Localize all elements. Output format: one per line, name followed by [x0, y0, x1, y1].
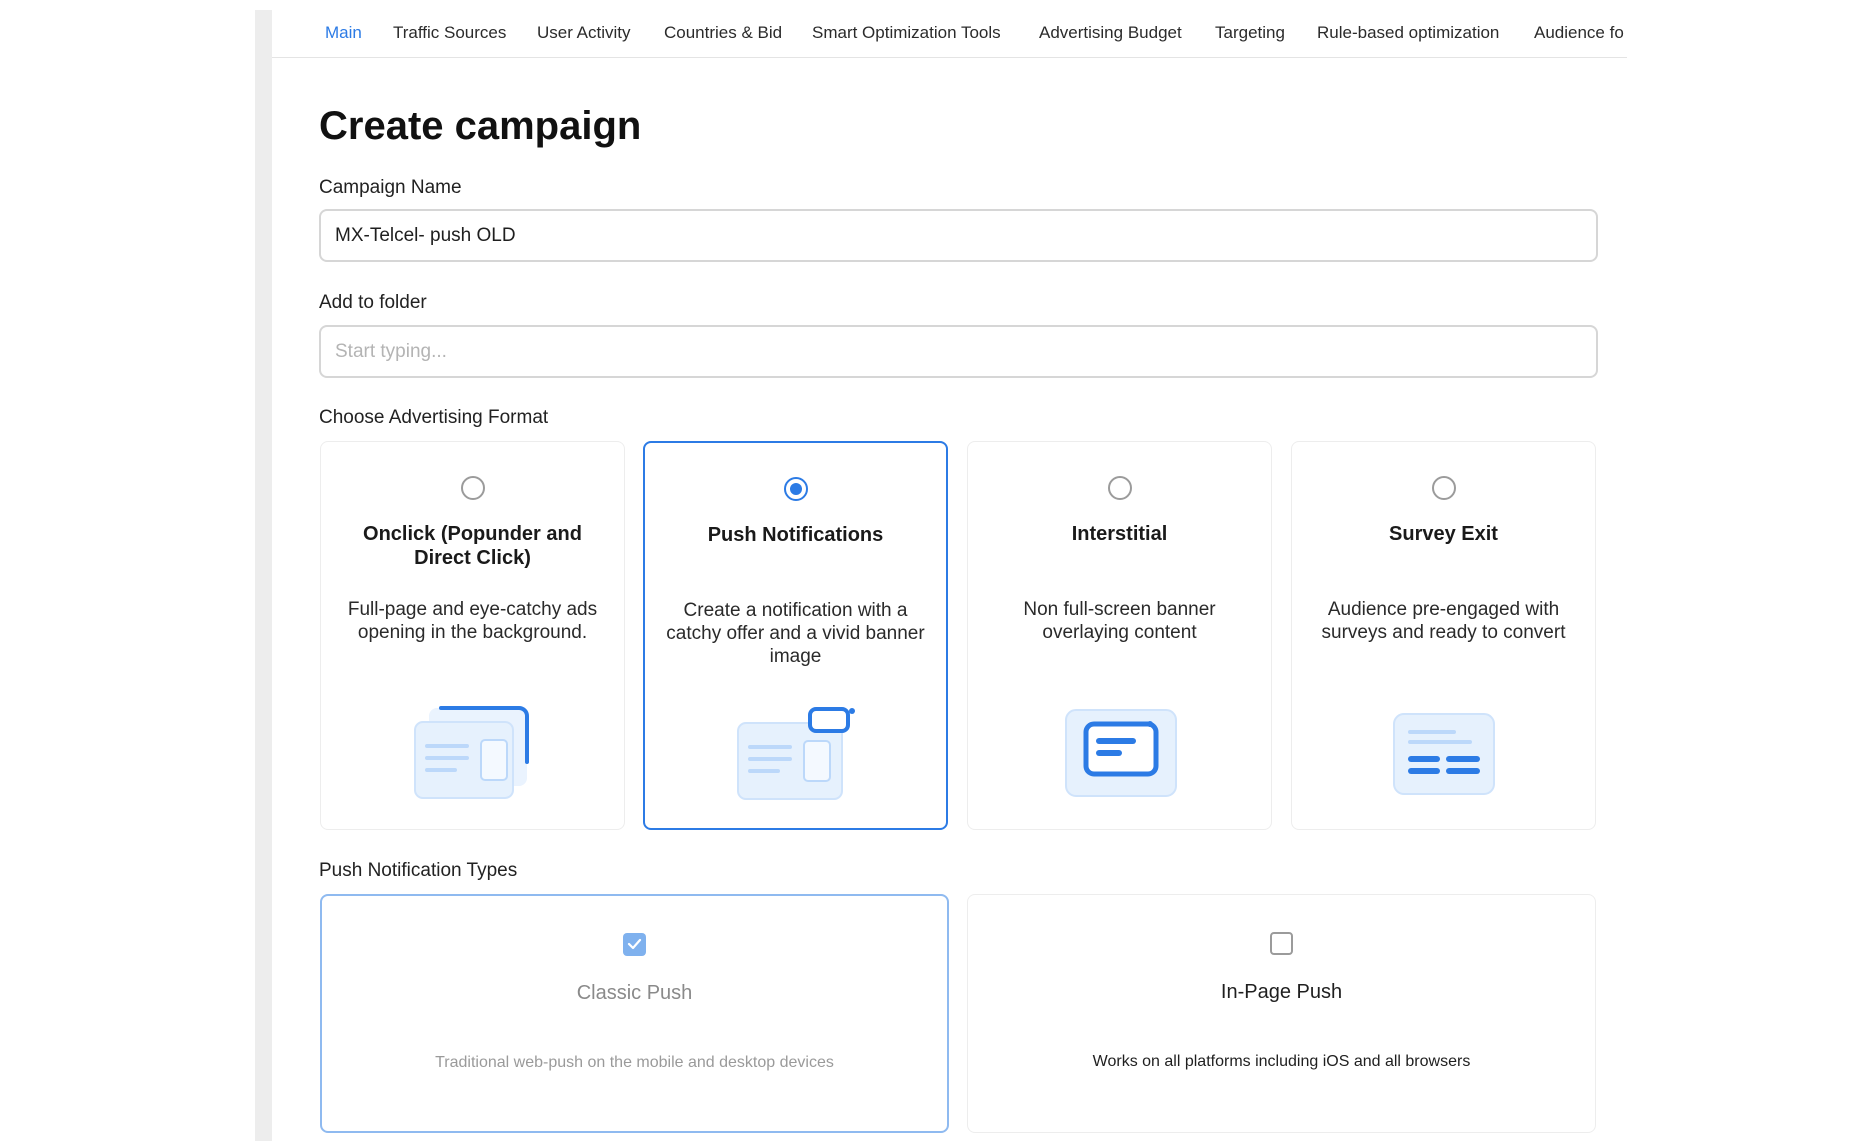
campaign-name-label: Campaign Name: [319, 177, 462, 198]
tab-targeting[interactable]: Targeting: [1215, 23, 1285, 43]
format-desc-interstitial: Non full-screen banner overlaying conten…: [1023, 599, 1216, 643]
push-type-title-classic: Classic Push: [576, 982, 693, 1004]
push-type-desc-classic: Traditional web-push on the mobile and d…: [435, 1054, 834, 1071]
push-type-card-in-page[interactable]: In-Page Push Works on all platforms incl…: [967, 894, 1596, 1133]
folder-label: Add to folder: [319, 292, 427, 313]
tab-user-activity[interactable]: User Activity: [537, 23, 631, 43]
format-title-onclick: Onclick (Popunder and Direct Click): [363, 523, 582, 569]
push-type-checkbox-in-page[interactable]: [1269, 932, 1293, 955]
push-type-title-in-page: In-Page Push: [1220, 981, 1343, 1003]
survey-form-icon: [1392, 713, 1495, 795]
tab-audience[interactable]: Audience fo: [1534, 23, 1624, 43]
tab-rule-based-optimization[interactable]: Rule-based optimization: [1317, 23, 1499, 43]
push-type-checkbox-classic[interactable]: [622, 933, 646, 956]
left-sidebar-strip: [255, 10, 272, 1141]
tab-main[interactable]: Main: [325, 23, 362, 43]
tab-countries-bid[interactable]: Countries & Bid: [664, 23, 782, 43]
campaign-name-input[interactable]: [319, 209, 1598, 262]
interstitial-banner-icon: [1064, 709, 1177, 797]
format-radio-push-notifications[interactable]: [783, 477, 808, 501]
format-title-survey-exit: Survey Exit: [1389, 523, 1498, 545]
tab-advertising-budget[interactable]: Advertising Budget: [1039, 23, 1182, 43]
checkmark-icon: [627, 938, 641, 950]
ad-format-label: Choose Advertising Format: [319, 407, 549, 428]
push-type-card-classic[interactable]: Classic Push Traditional web-push on the…: [320, 894, 949, 1133]
tab-traffic-sources[interactable]: Traffic Sources: [393, 23, 506, 43]
format-desc-push-notifications: Create a notification with a catchy offe…: [666, 600, 925, 667]
format-card-survey-exit[interactable]: Survey Exit Audience pre-engaged with su…: [1291, 441, 1596, 830]
format-card-interstitial[interactable]: Interstitial Non full-screen banner over…: [967, 441, 1272, 830]
folder-input[interactable]: [319, 325, 1598, 378]
format-title-push-notifications: Push Notifications: [707, 524, 884, 546]
format-desc-onclick: Full-page and eye-catchy ads opening in …: [347, 599, 598, 643]
format-radio-interstitial[interactable]: [1107, 476, 1132, 500]
format-title-interstitial: Interstitial: [1071, 523, 1168, 545]
format-desc-survey-exit: Audience pre-engaged with surveys and re…: [1321, 599, 1566, 643]
campaign-tabs: Main Traffic Sources User Activity Count…: [272, 10, 1627, 58]
format-radio-survey-exit[interactable]: [1431, 476, 1456, 500]
format-radio-onclick[interactable]: [460, 476, 485, 500]
push-types-label: Push Notification Types: [319, 860, 518, 881]
format-card-push-notifications[interactable]: Push Notifications Create a notification…: [643, 441, 948, 830]
tab-smart-optimization-tools[interactable]: Smart Optimization Tools: [812, 23, 1001, 43]
format-card-onclick[interactable]: Onclick (Popunder and Direct Click) Full…: [320, 441, 625, 830]
popunder-window-icon: [413, 706, 529, 799]
push-notification-icon: [736, 707, 855, 800]
push-type-desc-in-page: Works on all platforms including iOS and…: [1092, 1053, 1471, 1070]
page-title: Create campaign: [319, 104, 642, 148]
